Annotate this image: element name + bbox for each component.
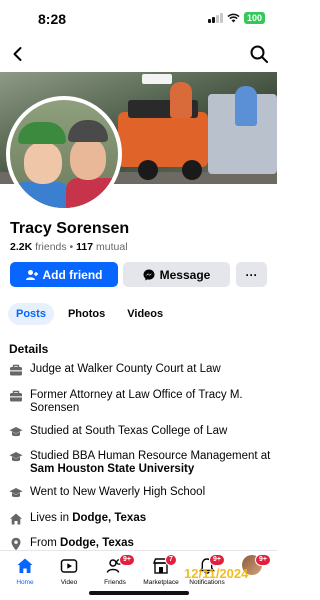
profile-tabs: Posts Photos Videos [8, 303, 171, 325]
back-arrow-icon[interactable] [8, 44, 28, 64]
detail-work-former: Former Attorney at Law Office of Tracy M… [9, 389, 271, 415]
nav-video[interactable]: Video [44, 555, 94, 586]
graduation-cap-icon [9, 427, 23, 437]
detail-education-university: Studied BBA Human Resource Management at… [9, 450, 271, 476]
more-options-button[interactable]: ··· [236, 262, 267, 287]
detail-text: Lives in Dodge, Texas [30, 512, 147, 524]
graduation-cap-icon [9, 488, 23, 498]
mutual-count: 117 [76, 241, 94, 253]
nav-friends-label: Friends [104, 579, 126, 586]
briefcase-icon [10, 390, 22, 402]
message-button[interactable]: Message [123, 262, 230, 287]
profile-header-bar [0, 36, 277, 72]
nav-home-label: Home [16, 579, 34, 586]
add-friend-label: Add friend [42, 267, 103, 282]
detail-text: Went to New Waverly High School [30, 486, 206, 498]
status-bar: 8:28 100 [0, 0, 277, 36]
friends-label: friends [35, 241, 67, 253]
video-icon [60, 559, 78, 573]
mutual-label: mutual [96, 241, 128, 253]
detail-education-law: Studied at South Texas College of Law [9, 425, 271, 439]
search-icon[interactable] [249, 44, 269, 64]
tab-posts[interactable]: Posts [8, 303, 54, 325]
location-pin-icon [11, 537, 21, 551]
nav-video-label: Video [60, 579, 78, 586]
detail-text: From Dodge, Texas [30, 537, 134, 549]
detail-education-highschool: Went to New Waverly High School [9, 486, 271, 500]
briefcase-icon [10, 364, 22, 376]
nav-marketplace[interactable]: 7 Marketplace [136, 554, 186, 586]
graduation-cap-icon [9, 452, 23, 462]
friends-summary[interactable]: 2.2K friends • 117 mutual [10, 241, 128, 253]
nav-friends[interactable]: 9+ Friends [90, 554, 140, 586]
profile-avatar[interactable] [6, 96, 122, 212]
tab-videos[interactable]: Videos [119, 303, 171, 325]
tab-photos[interactable]: Photos [60, 303, 113, 325]
marketplace-badge: 7 [165, 554, 177, 566]
details-heading: Details [9, 342, 49, 356]
message-label: Message [159, 267, 211, 282]
detail-text: Studied BBA Human Resource Management at… [30, 450, 271, 475]
notifications-badge: 9+ [209, 554, 225, 566]
friends-badge: 9+ [119, 554, 135, 566]
home-icon [10, 513, 22, 525]
home-indicator [89, 591, 189, 595]
nav-marketplace-label: Marketplace [143, 579, 179, 586]
detail-from: From Dodge, Texas [9, 537, 271, 551]
detail-lives-in: Lives in Dodge, Texas [9, 512, 271, 526]
date-stamp-overlay: 12/11/2024 [184, 566, 249, 581]
more-dots-icon: ··· [245, 267, 258, 282]
menu-badge: 9+ [255, 554, 271, 566]
friends-count: 2.2K [10, 241, 33, 253]
nav-home[interactable]: Home [0, 555, 50, 586]
battery-indicator: 100 [243, 12, 265, 24]
status-time: 8:28 [38, 11, 67, 27]
detail-work-current: Judge at Walker County Court at Law [9, 363, 271, 377]
messenger-icon [143, 269, 155, 280]
add-friend-button[interactable]: Add friend [10, 262, 118, 287]
profile-name: Tracy Sorensen [10, 220, 130, 237]
status-icons: 100 [208, 12, 265, 24]
home-icon [17, 558, 33, 573]
detail-text: Former Attorney at Law Office of Tracy M… [30, 389, 243, 414]
detail-text: Judge at Walker County Court at Law [30, 363, 221, 375]
add-person-icon [25, 269, 38, 280]
separator-dot: • [69, 241, 74, 253]
wifi-icon [227, 13, 240, 23]
signal-icon [208, 13, 223, 23]
detail-text: Studied at South Texas College of Law [30, 425, 228, 437]
